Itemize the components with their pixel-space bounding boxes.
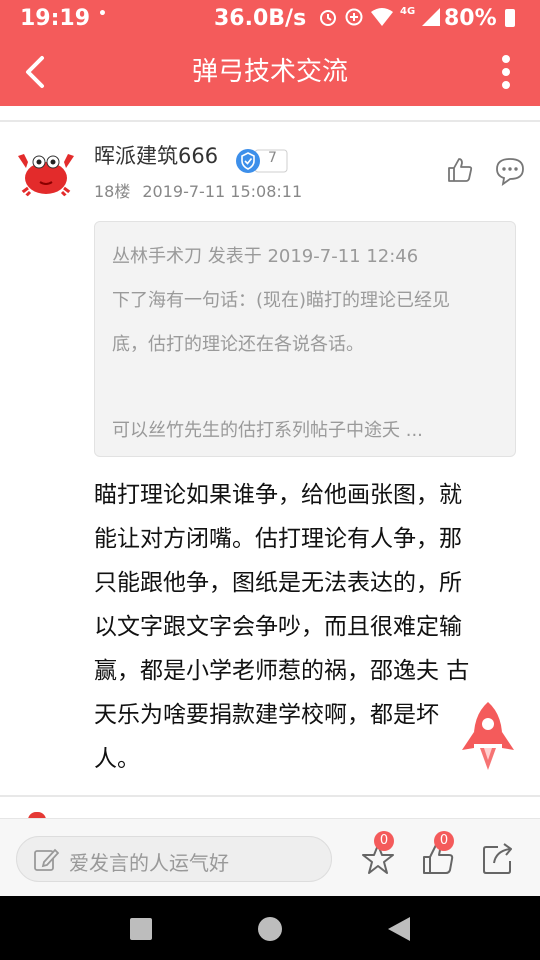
wifi-icon (371, 8, 393, 26)
bottom-action-bar: 爱发言的人运气好 0 0 (0, 818, 540, 896)
comment-icon[interactable] (494, 156, 526, 186)
page-title: 弹弓技术交流 (191, 57, 348, 87)
comment-input-placeholder: 爱发言的人运气好 (69, 851, 229, 875)
post-body-line: 瞄打理论如果谁争，给他画张图，就 (94, 482, 462, 508)
share-icon[interactable] (480, 841, 516, 877)
post-body-line: 能让对方闭嘴。估打理论有人争，那 (94, 526, 462, 552)
data-saver-icon (345, 8, 363, 26)
favorite-count-badge: 0 (374, 831, 394, 851)
recent-apps-button[interactable] (130, 918, 152, 940)
post-body: 瞄打理论如果谁争，给他画张图，就 能让对方闭嘴。估打理论有人争，那 只能跟他争，… (94, 473, 504, 781)
post-body-line: 以文字跟文字会争吵，而且很难定输 (94, 614, 462, 640)
quote-header: 丛林手术刀 发表于 2019-7-11 12:46 (112, 246, 419, 267)
post-time: 2019-7-11 15:08:11 (142, 182, 303, 201)
quote-text-line: 底，估打的理论还在各说各话。 (112, 334, 364, 355)
quoted-reply[interactable]: 丛林手术刀 发表于 2019-7-11 12:46 下了海有一句话：(现在)瞄打… (94, 221, 516, 457)
network-type: 4G (400, 5, 416, 17)
system-back-icon[interactable] (386, 915, 412, 943)
post-body-line: 赢，都是小学老师惹的祸，邵逸夫 古 (94, 658, 470, 684)
status-time: 19:19 (20, 6, 91, 31)
more-options-icon[interactable] (494, 52, 518, 92)
quote-text-line: 可以丝竹先生的估打系列帖子中途夭 ... (112, 420, 423, 441)
floor-number: 18楼 (94, 182, 131, 201)
status-net-speed: 36.0B/s (214, 6, 307, 31)
comment-input[interactable]: 爱发言的人运气好 (16, 836, 332, 882)
post-body-line: 只能跟他争，图纸是无法表达的，所 (94, 570, 462, 596)
status-notification-dot: • (98, 6, 107, 22)
verified-badge (236, 149, 288, 173)
signal-icon (422, 8, 441, 26)
edit-pen-icon (34, 848, 59, 871)
post-body-line: 人。 (94, 746, 140, 772)
status-icons: 4G (318, 5, 441, 27)
battery-icon (505, 9, 515, 27)
floor-info: 18楼 2019-7-11 15:08:11 (94, 178, 302, 202)
rocket-icon[interactable] (458, 700, 518, 774)
divider (0, 120, 540, 122)
title-bar: 弹弓技术交流 (0, 38, 540, 106)
user-avatar[interactable] (14, 138, 78, 202)
divider (0, 795, 540, 797)
post-body-line: 天乐为啥要捐款建学校啊，都是坏 (94, 702, 439, 728)
crab-avatar-icon (18, 154, 74, 200)
quote-text-line: 下了海有一句话：(现在)瞄打的理论已经见 (112, 290, 451, 311)
like-count-badge: 0 (434, 831, 454, 851)
user-level: 7 (268, 150, 277, 166)
home-button[interactable] (258, 917, 282, 941)
alarm-icon (320, 10, 336, 26)
status-bar: 19:19 • 36.0B/s 4G 80% (0, 0, 540, 38)
battery-percent: 80% (444, 6, 497, 31)
thumbs-up-icon[interactable] (446, 156, 474, 184)
user-name[interactable]: 晖派建筑666 (94, 140, 218, 170)
